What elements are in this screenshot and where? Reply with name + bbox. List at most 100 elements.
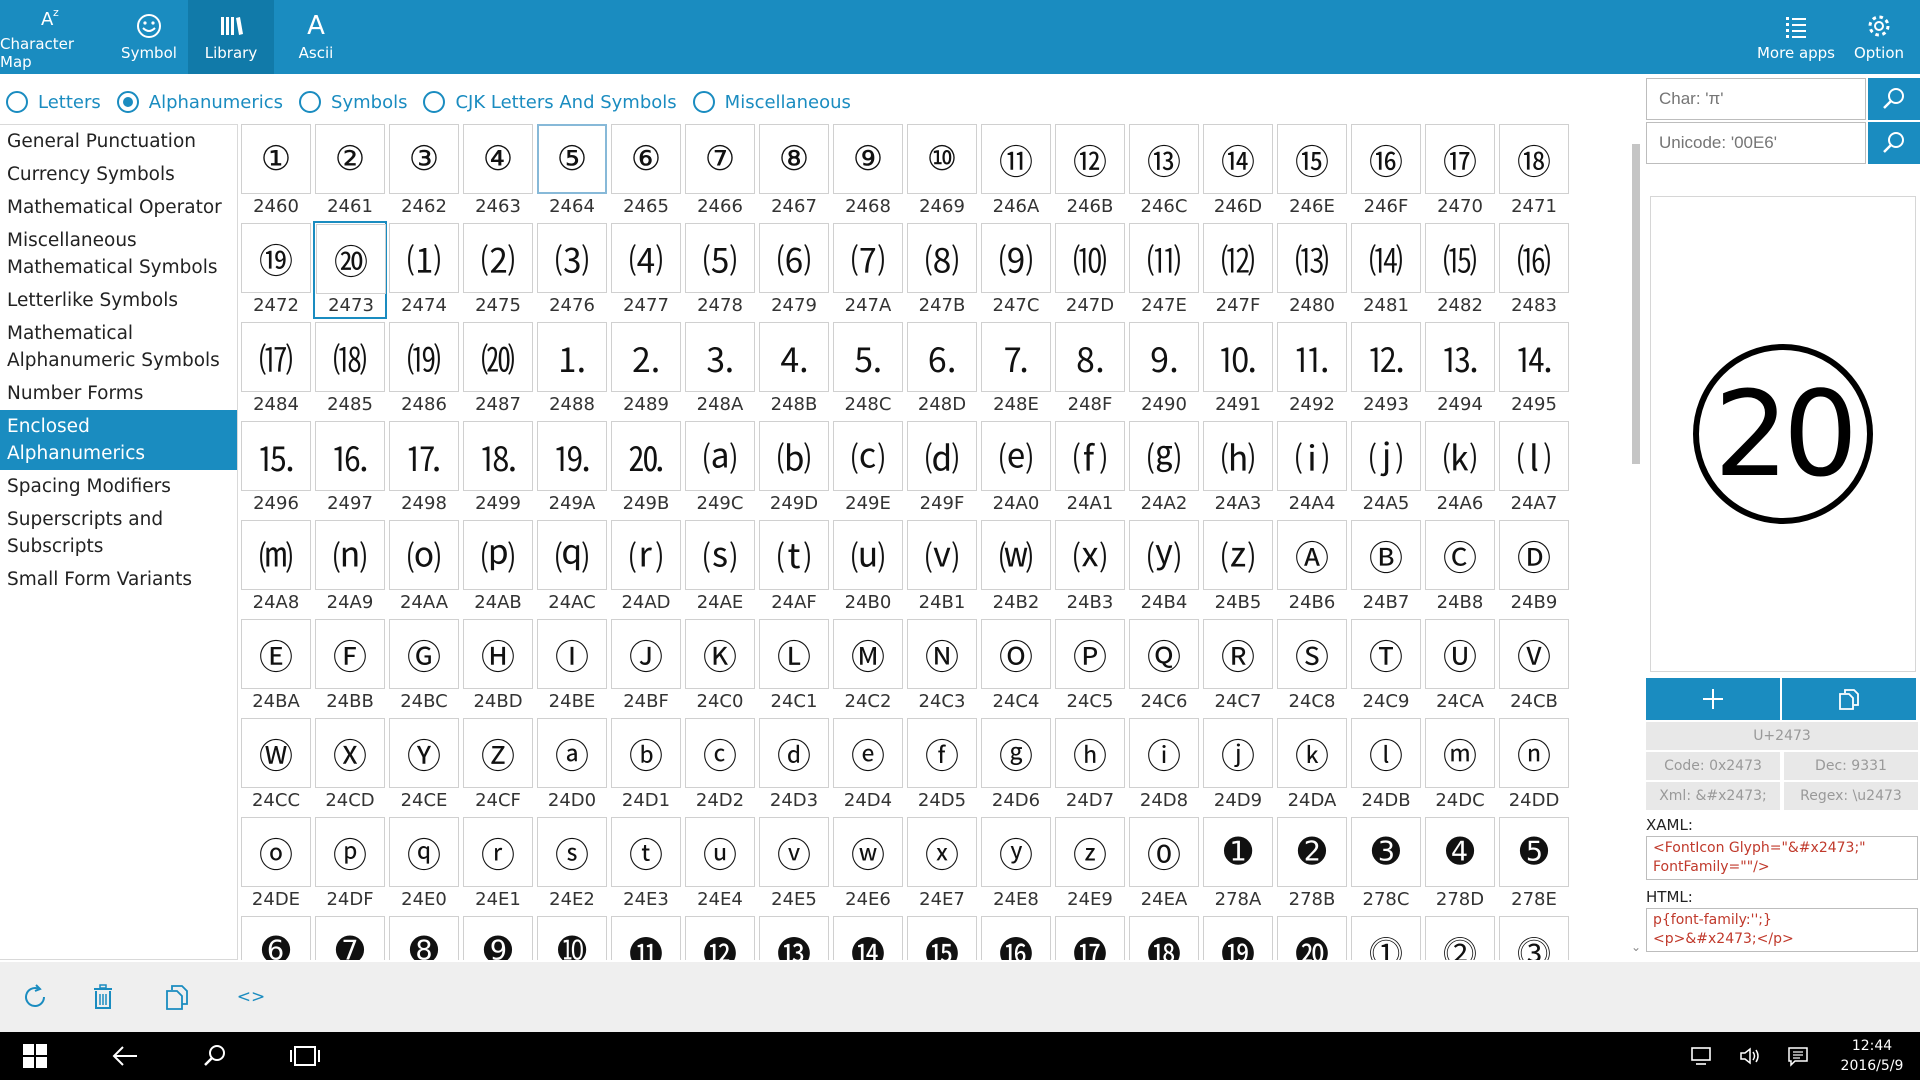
char-cell[interactable]: ⑴ 2474 — [389, 223, 461, 319]
char-cell[interactable]: ⒤ 24A4 — [1277, 421, 1349, 517]
block-item[interactable]: Small Form Variants — [0, 563, 237, 596]
back-button[interactable] — [108, 1042, 142, 1070]
char-cell[interactable]: ⓮24EE — [833, 916, 905, 960]
category-miscellaneous[interactable]: Miscellaneous — [692, 91, 851, 113]
nav-character-map[interactable]: Az Character Map — [0, 0, 104, 74]
char-cell[interactable]: Ⓟ 24C5 — [1055, 619, 1127, 715]
char-cell[interactable]: ⓔ 24D4 — [833, 718, 905, 814]
char-cell[interactable]: ⑩ 2469 — [907, 124, 979, 220]
char-cell[interactable]: ⑿ 247F — [1203, 223, 1275, 319]
char-cell[interactable]: Ⓓ 24B9 — [1499, 520, 1571, 616]
block-item-selected[interactable]: Enclosed Alphanumerics — [0, 410, 237, 470]
char-cell[interactable]: ⓟ 24DF — [315, 817, 387, 913]
char-cell[interactable]: ⒯ 24AF — [759, 520, 831, 616]
char-cell[interactable]: ⒲ 24B2 — [981, 520, 1053, 616]
char-cell[interactable]: ⒒ 2492 — [1277, 322, 1349, 418]
char-cell[interactable]: Ⓔ 24BA — [241, 619, 313, 715]
char-cell[interactable]: ⓕ 24D5 — [907, 718, 979, 814]
radio-button[interactable] — [116, 91, 139, 113]
char-cell[interactable]: ⒐ 2490 — [1129, 322, 1201, 418]
char-cell[interactable]: ⒑ 2491 — [1203, 322, 1275, 418]
grid-scrollbar[interactable]: ⌄ — [1630, 124, 1642, 960]
nav-more-apps[interactable]: More apps — [1752, 0, 1840, 74]
char-cell[interactable]: ⓙ 24D9 — [1203, 718, 1275, 814]
char-cell[interactable]: Ⓒ 24B8 — [1425, 520, 1497, 616]
char-cell[interactable]: ⒜ 249C — [685, 421, 757, 517]
radio-button[interactable] — [6, 91, 28, 113]
volume-button[interactable] — [1736, 1042, 1764, 1070]
block-item[interactable]: Spacing Modifiers — [0, 470, 237, 503]
char-cell[interactable]: ⑶ 2476 — [537, 223, 609, 319]
char-cell[interactable]: Ⓣ 24C9 — [1351, 619, 1423, 715]
char-cell[interactable]: Ⓥ 24CB — [1499, 619, 1571, 715]
unicode-search-input[interactable] — [1646, 122, 1866, 164]
block-item[interactable]: Letterlike Symbols — [0, 284, 237, 317]
char-cell[interactable]: Ⓤ 24CA — [1425, 619, 1497, 715]
char-cell[interactable]: Ⓗ 24BD — [463, 619, 535, 715]
char-cell[interactable]: ⓑ 24D1 — [611, 718, 683, 814]
system-clock[interactable]: 12:44 2016/5/9 — [1830, 1036, 1914, 1076]
char-cell[interactable]: Ⓑ 24B7 — [1351, 520, 1423, 616]
char-cell[interactable]: ⑼ 247C — [981, 223, 1053, 319]
char-cell[interactable]: ⓗ 24D7 — [1055, 718, 1127, 814]
char-cell[interactable]: Ⓕ 24BB — [315, 619, 387, 715]
char-cell[interactable]: ⒟ 249F — [907, 421, 979, 517]
copy-glyph-button[interactable] — [1782, 678, 1916, 720]
char-cell[interactable]: ⒍ 248D — [907, 322, 979, 418]
html-code-box[interactable]: p{font-family:'';} <p>&#x2473;</p> — [1646, 908, 1918, 952]
char-cell[interactable]: ➋ 278B — [1277, 817, 1349, 913]
char-cell[interactable]: Ⓝ 24C3 — [907, 619, 979, 715]
char-cell[interactable]: ➎ 278E — [1499, 817, 1571, 913]
char-cell[interactable]: ⓬24EC — [685, 916, 757, 960]
char-cell[interactable]: ⓫24EB — [611, 916, 683, 960]
char-cell[interactable]: ⑭ 246D — [1203, 124, 1275, 220]
radio-button[interactable] — [423, 91, 446, 113]
char-cell[interactable]: Ⓙ 24BF — [611, 619, 683, 715]
hex-code-value[interactable]: Code: 0x2473 — [1646, 752, 1780, 780]
char-cell[interactable]: ⒗ 2497 — [315, 421, 387, 517]
category-cjk[interactable]: CJK Letters And Symbols — [423, 91, 677, 113]
char-cell[interactable]: ⒄ 2484 — [241, 322, 313, 418]
char-cell[interactable]: ③ 2462 — [389, 124, 461, 220]
char-cell[interactable]: ⓲24F2 — [1129, 916, 1201, 960]
char-cell[interactable]: ⒌ 248C — [833, 322, 905, 418]
char-cell[interactable]: ⒣ 24A3 — [1203, 421, 1275, 517]
char-cell[interactable]: ⒠ 24A0 — [981, 421, 1053, 517]
block-item[interactable]: Miscellaneous Mathematical Symbols — [0, 224, 237, 284]
char-cell[interactable]: ⒥ 24A5 — [1351, 421, 1423, 517]
action-center-button[interactable] — [1784, 1042, 1812, 1070]
char-cell[interactable]: Ⓠ 24C6 — [1129, 619, 1201, 715]
char-cell[interactable]: ② 2461 — [315, 124, 387, 220]
char-cell[interactable]: ⒮ 24AE — [685, 520, 757, 616]
category-alphanumerics[interactable]: Alphanumerics — [116, 91, 283, 113]
nav-ascii[interactable]: A Ascii — [282, 0, 350, 74]
char-cell[interactable]: ⒕ 2495 — [1499, 322, 1571, 418]
char-cell[interactable]: ⑨ 2468 — [833, 124, 905, 220]
char-cell[interactable]: ⓯24EF — [907, 916, 979, 960]
char-cell[interactable]: ⓴24F4 — [1277, 916, 1349, 960]
char-cell[interactable]: ⓣ 24E3 — [611, 817, 683, 913]
char-cell[interactable]: ➊ 278A — [1203, 817, 1275, 913]
char-cell[interactable]: ⒓ 2493 — [1351, 322, 1423, 418]
char-cell[interactable]: Ⓨ 24CE — [389, 718, 461, 814]
refresh-button[interactable] — [18, 980, 52, 1014]
char-cell[interactable]: ⒉ 2489 — [611, 322, 683, 418]
decimal-value[interactable]: Dec: 9331 — [1784, 752, 1918, 780]
char-cell[interactable]: ⒏ 248F — [1055, 322, 1127, 418]
char-cell[interactable]: ⓭24ED — [759, 916, 831, 960]
char-cell[interactable]: Ⓩ 24CF — [463, 718, 535, 814]
char-cell[interactable]: ⒊ 248A — [685, 322, 757, 418]
block-item[interactable]: Superscripts and Subscripts — [0, 503, 237, 563]
char-cell[interactable]: ⓤ 24E4 — [685, 817, 757, 913]
char-cell[interactable]: ⒅ 2485 — [315, 322, 387, 418]
char-cell[interactable]: ⒪ 24AA — [389, 520, 461, 616]
char-cell[interactable]: ⒔ 2494 — [1425, 322, 1497, 418]
char-cell[interactable]: ➓2793 — [537, 916, 609, 960]
char-cell[interactable]: ⒁ 2481 — [1351, 223, 1423, 319]
char-cell[interactable]: ⒭ 24AD — [611, 520, 683, 616]
category-letters[interactable]: Letters — [6, 91, 101, 113]
char-cell[interactable]: Ⓡ 24C7 — [1203, 619, 1275, 715]
char-cell[interactable]: Ⓚ 24C0 — [685, 619, 757, 715]
char-cell[interactable]: ⒀ 2480 — [1277, 223, 1349, 319]
regex-value[interactable]: Regex: \u2473 — [1784, 782, 1918, 810]
